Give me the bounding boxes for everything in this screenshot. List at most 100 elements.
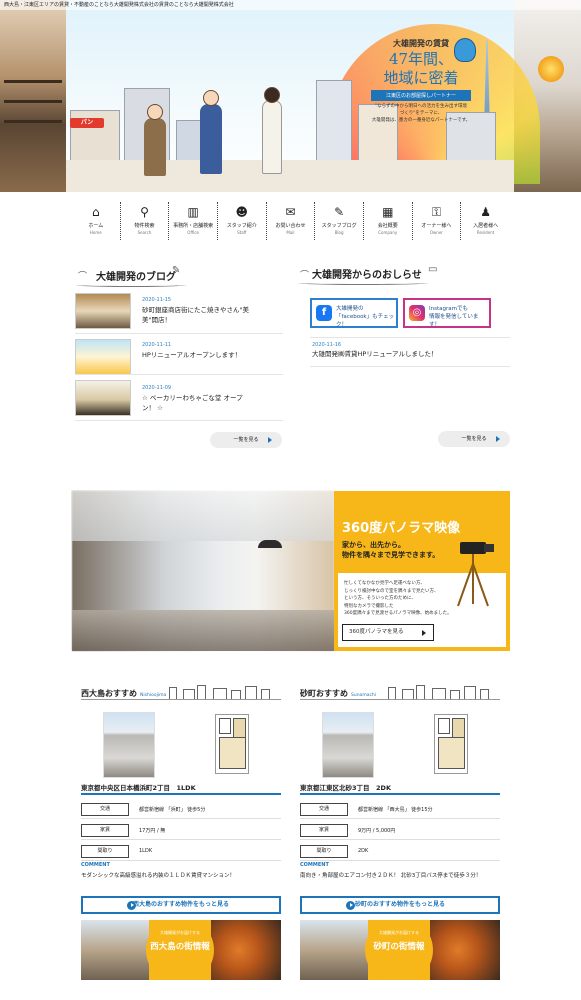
panorama-description: 忙しくてなかなか見学へ足運べない方、 じっくり検討中なので室を隅々まで見たい方、… [344,580,452,618]
property-photo[interactable] [322,712,374,778]
house-decoration [169,687,177,699]
house-decoration [432,688,446,699]
town-info-banner[interactable]: 大雄開発がお届けする 砂町の街情報 [300,920,500,980]
property-address: 東京都江東区北砂3丁目 2DK [300,784,391,792]
facebook-text: 大雄開発の 「facebook」もチェック！ [336,306,395,328]
panorama-floor [72,610,334,651]
nav-item-office[interactable]: ▥ 事務所・店舗検索 Office [169,202,218,240]
blog-thumbnail[interactable] [75,380,131,416]
nav-sublabel: Owner [429,230,443,235]
news-date: 2020-11-16 [312,342,342,348]
nav-item-owner[interactable]: ⚿ オーナー様へ Owner [413,202,462,240]
comment-text: モダンシックな高級感溢れる内装の１ＬＤＫ賃貸マンション！ [81,873,236,879]
more-label: 一覧を見る [233,437,259,443]
tagline-small: 大雄開発の賃貸 [393,38,449,48]
spec-value: 9万円 / 5,000円 [358,828,396,834]
staff-icon: ☻ [235,205,249,219]
blog-item-text: 美"開店！ [142,316,171,324]
town-photo-left [81,920,149,980]
floorplan-room [219,718,231,734]
comment-text: 南向き・角部屋のエアコン付き２ＤＫ！ 北砂3丁目バス停まで徒歩３分！ [300,873,482,879]
person-illustration [200,90,222,174]
company-icon: ▦ [382,205,394,219]
town-badge-small: 大雄開発がお届けする [379,930,419,935]
house-decoration [450,690,460,699]
floor-plan[interactable] [434,714,468,774]
house-decoration [402,689,414,699]
news-more-button[interactable]: 一覧を見る [438,431,510,447]
person-illustration [262,87,282,174]
swirl-icon: ⌒ [300,271,310,281]
town-info-banner[interactable]: 大雄開発がお届けする 西大島の街情報 [81,920,281,980]
site-description: 西大島・江東区エリアの賃貸・不動産のことなら大雄開発株式会社の賃貸のことなら大雄… [0,0,581,10]
nav-item-home[interactable]: ⌂ ホーム Home [72,202,121,240]
comment-heading: COMMENT [81,862,110,868]
hero-banner: パン 大雄開発の賃貸 47年間、 地域に密着 江東区のお部屋探しパートナー "な… [0,0,581,192]
tagline-desc: "ならずの中から明日への活力を生み出す環境 づくり"をテーマに、 大雄開発は、墨… [362,103,480,124]
nav-item-company[interactable]: ▦ 会社概要 Company [364,202,413,240]
blog-more-button[interactable]: 一覧を見る [210,432,282,448]
recommend-more-button[interactable]: 砂町のおすすめ物件をもっと見る [300,896,500,914]
person-illustration [144,104,166,176]
instagram-button[interactable]: ◎ Instagramでも 情報を発信しています！ [403,298,491,328]
blog-thumbnail[interactable] [75,293,131,329]
nav-label: ホーム [88,223,104,229]
town-photo-left [300,920,368,980]
house-decoration [197,685,206,699]
nav-label: オーナー様へ [421,223,452,229]
panorama-title: 360度パノラマ映像 [342,521,461,536]
spec-row: 交通 都営新宿線 「西大島」 徒歩15分 [300,800,500,819]
floor-plan[interactable] [215,714,249,774]
nav-label: 入居者様へ [473,223,499,229]
arrow-right-icon [422,630,426,636]
swirl-icon: ⌒ [78,272,88,282]
nav-sublabel: Resident [476,230,495,235]
search-icon: ⚲ [140,205,149,219]
spec-row: 家賃 9万円 / 5,000円 [300,821,500,840]
office-icon: ▥ [187,205,199,219]
nav-item-resident[interactable]: ♟ 入居者様へ Resident [461,202,510,240]
blog-item-link[interactable]: ☆ ベーカリーわちゃごな堂 オープ ン！ ☆ [142,393,243,413]
spec-row: 交通 都営新宿線 「浜町」 徒歩5分 [81,800,281,819]
nav-label: 会社概要 [377,223,398,229]
wavy-underline [76,283,186,287]
street-ground [66,160,514,192]
town-badge-big: 西大島の街情報 [150,942,210,952]
floorplan-room [438,737,465,769]
nav-sublabel: Home [89,230,102,235]
facebook-button[interactable]: f 大雄開発の 「facebook」もチェック！ [310,298,398,328]
tagline-desc-line: 大雄開発は、墨カの一番身近なパートナーです。 [371,118,471,123]
panorama-desc-line: じっくり検討中なので室を隅々まで見たい方、 [344,588,439,594]
panorama-subtitle-line: 物件を隅々まで見学できます。 [342,551,440,559]
recommend-sunamachi: 砂町おすすめ Sunamachi 東京都江東区北砂3丁目 2DK 交通 都営新宿線 「西… [300,684,500,1000]
arrow-right-icon [496,436,500,442]
spec-key: 間取り [81,845,129,858]
flower-decoration [538,56,564,82]
nav-item-blog[interactable]: ✎ スタッフブログ Blog [315,202,364,240]
blog-item-link[interactable]: 砂町銀座商店街にたこ焼きやさん"美 美"開店！ [142,305,249,325]
town-photo-right [430,920,500,980]
panorama-button[interactable]: 360度パノラマを見る [342,624,434,641]
tagline-line1: 47年間、 [388,50,454,68]
property-photo[interactable] [103,712,155,778]
panorama-desc-line: 忙しくてなかなか見学へ足運べない方、 [344,581,425,586]
nav-item-staff[interactable]: ☻ スタッフ紹介 Staff [218,202,267,240]
recommend-more-button[interactable]: 西大島のおすすめ物件をもっと見る [81,896,281,914]
news-item-link[interactable]: 大雄開発㈱賃貸HPリニューアルしました！ [312,349,437,359]
property-address: 東京都中央区日本橋浜町2丁目 1LDK [81,784,196,792]
blog-thumbnail[interactable] [75,339,131,375]
houses-skyline [81,684,281,700]
house-decoration [388,687,396,699]
nav-label: 事務所・店舗検索 [173,223,214,229]
tagline-band: 江東区のお部屋探しパートナー [371,90,471,101]
nav-sublabel: Office [187,230,199,235]
global-nav: ⌂ ホーム Home ⚲ 物件検索 Search ▥ 事務所・店舗検索 Office ☻ スタッフ紹… [72,202,510,240]
panorama-desc-line: 360度隅々まで見渡せるパノラマ映像、始めました。 [344,611,452,616]
blue-divider [300,793,500,795]
blog-section-title: 大雄開発のブログ [96,268,176,283]
nav-label: スタッフ紹介 [226,223,257,229]
blog-item-link[interactable]: HPリニューアルオープンします！ [142,350,241,360]
nav-item-mail[interactable]: ✉ お問い合わせ Mail [267,202,316,240]
nav-sublabel: Company [378,230,398,235]
nav-item-search[interactable]: ⚲ 物件検索 Search [121,202,170,240]
